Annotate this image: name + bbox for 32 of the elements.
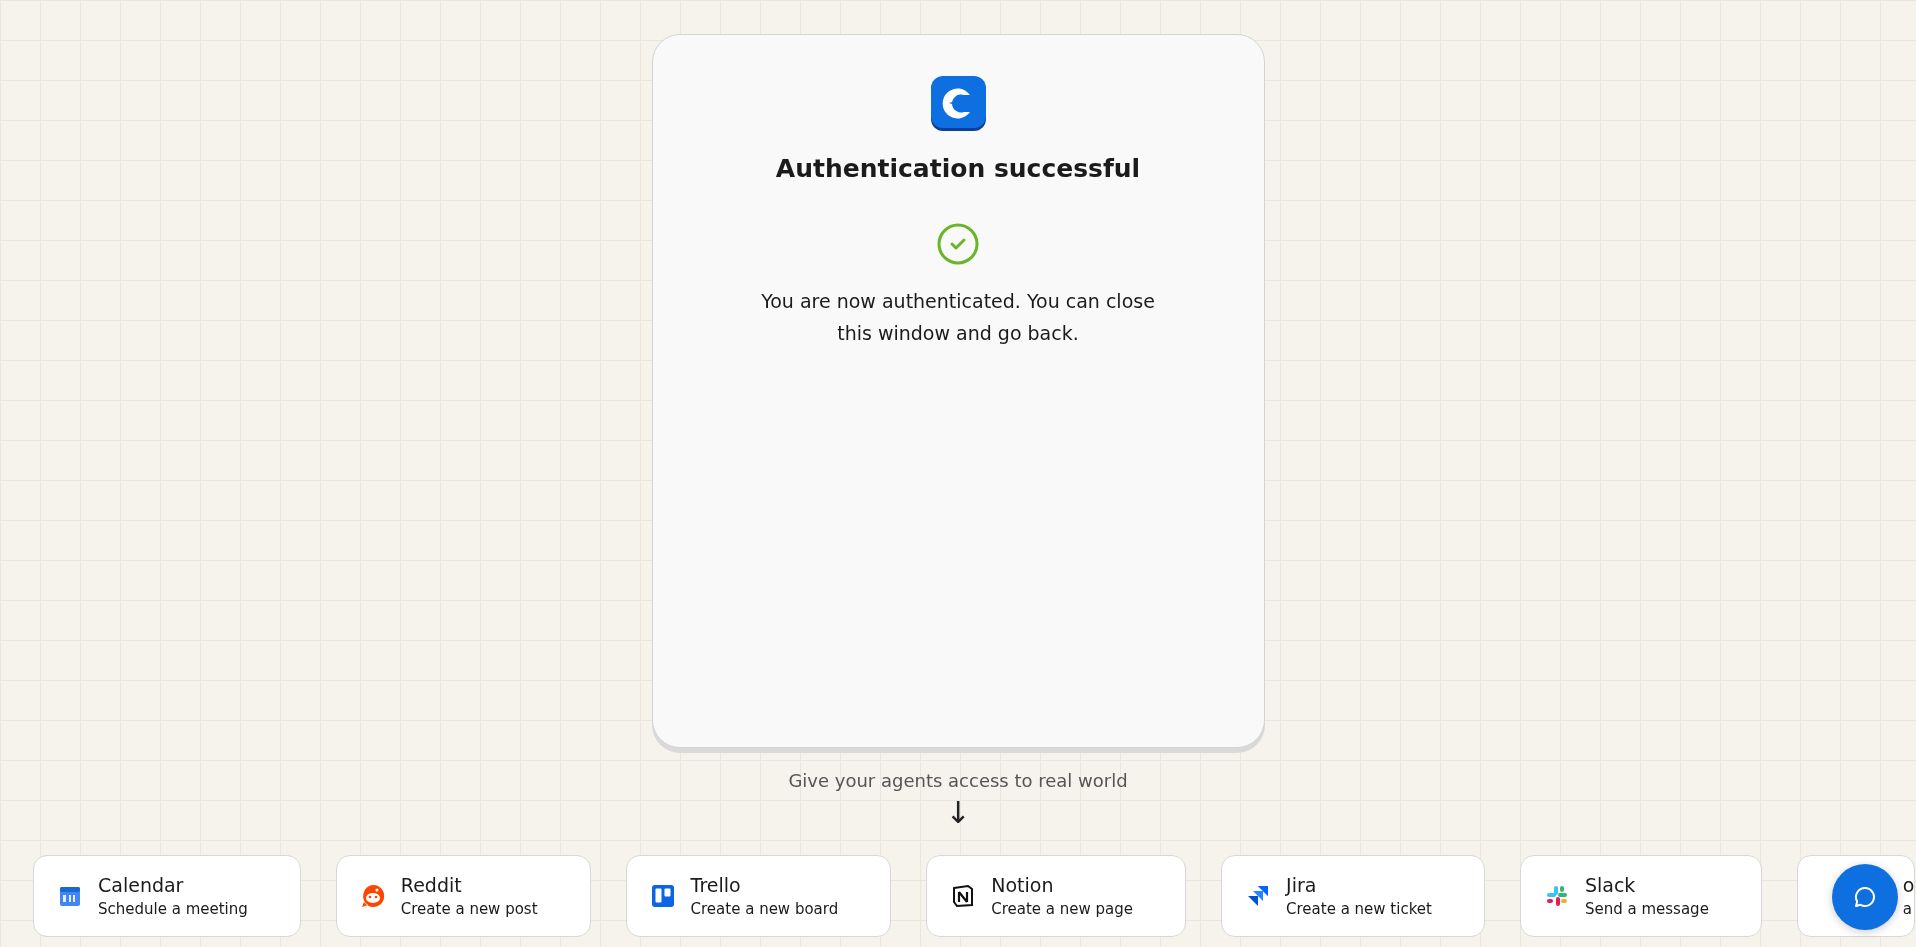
integration-name: Calendar [98,874,185,896]
cube-n-icon [951,884,976,908]
integration-card[interactable]: Notion Create a new page [926,855,1187,937]
integration-card[interactable]: Slack Send a message [1519,855,1762,937]
integration-name: Notion [991,874,1055,896]
tagline: Give your agents access to real world [788,770,1128,791]
integration-action: a [1902,900,1914,918]
integration-action: Create a new post [400,900,538,918]
auth-message: You are now authenticated. You can close this window and go back. [760,289,1156,346]
alien-face-icon [360,884,385,908]
calendar-icon [58,884,82,908]
integration-name: Trello [690,874,742,896]
integration-action: Schedule a meeting [98,900,248,918]
integration-card[interactable]: Jira Create a new ticket [1221,855,1485,937]
chat-bubble-icon [1853,885,1877,909]
auth-title: Authentication successful [775,154,1141,183]
integration-name: Slack [1584,874,1637,896]
integration-action: Create a new page [991,900,1134,918]
integration-action: Send a message [1584,900,1709,918]
integration-name: Jira [1286,874,1318,896]
integration-action: Create a new board [690,900,839,918]
integration-action: Create a new ticket [1286,900,1432,918]
integration-card[interactable]: Trello Create a new board [625,855,892,937]
chevrons-icon [1246,884,1271,908]
integration-card[interactable]: Calendar Schedule a meeting [33,855,301,937]
board-icon [650,884,675,908]
integration-name: o [1902,874,1915,896]
logo-icon [929,75,987,132]
integration-card[interactable]: Reddit Create a new post [335,855,591,937]
hash-blocks-icon [1544,884,1569,908]
down-arrow: ↓ [945,795,971,831]
integration-name: Reddit [400,874,463,896]
